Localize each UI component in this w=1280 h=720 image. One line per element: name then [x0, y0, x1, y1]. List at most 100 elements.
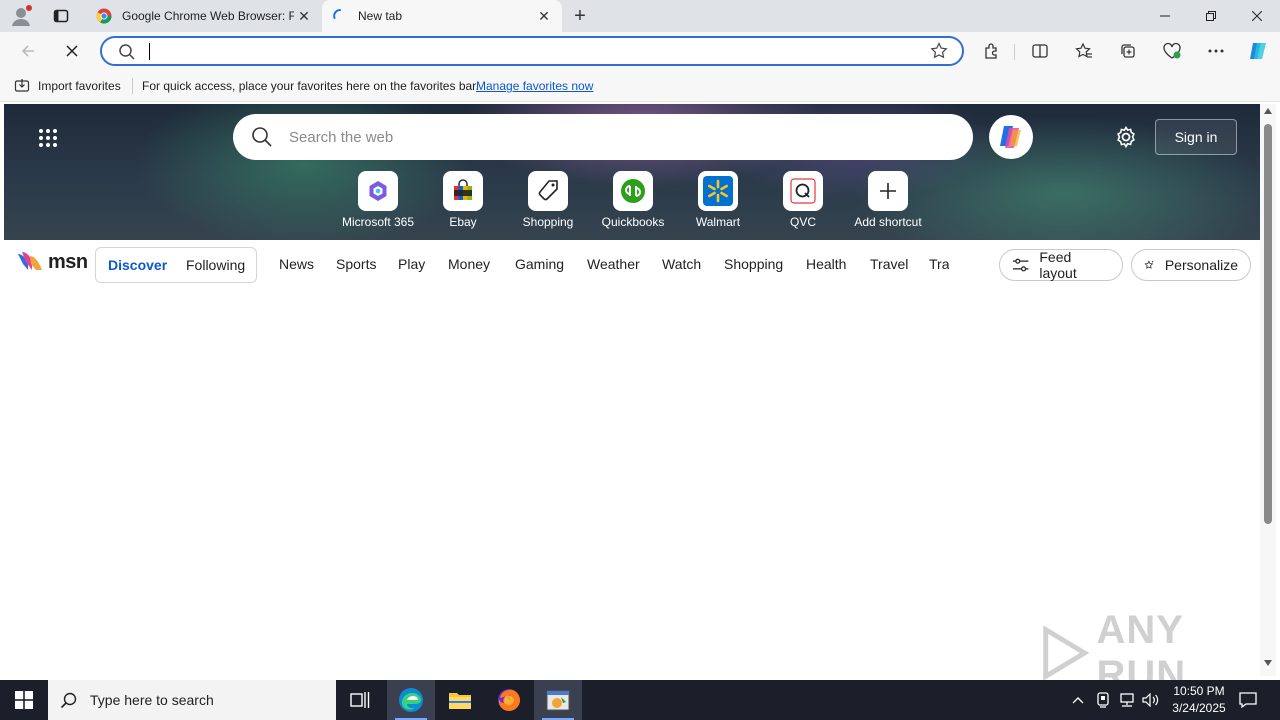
nav-link-gaming[interactable]: Gaming [515, 256, 564, 272]
shortcut-qvc[interactable]: QVC [761, 171, 845, 229]
browser-essentials-button[interactable] [1158, 37, 1186, 65]
show-hidden-icons-button[interactable] [1068, 680, 1088, 720]
collections-icon [1121, 44, 1135, 58]
add-shortcut-button[interactable]: Add shortcut [846, 171, 930, 229]
new-tab-button[interactable]: + [568, 4, 592, 28]
msn-butterfly-icon [18, 252, 42, 270]
taskbar-file-explorer[interactable] [436, 680, 484, 720]
copilot-button[interactable] [989, 115, 1033, 159]
restore-button[interactable] [1188, 0, 1234, 32]
shortcut-walmart[interactable]: Walmart [676, 171, 760, 229]
copilot-sidebar-button[interactable] [1244, 37, 1272, 65]
shortcut-ebay[interactable]: Ebay [421, 171, 505, 229]
network-button[interactable] [1116, 680, 1138, 720]
windows-taskbar: Type here to search 10:50 PM 3/24/2025 [0, 680, 1280, 720]
tab-actions-button[interactable] [48, 4, 74, 28]
quickbooks-icon [621, 179, 645, 203]
action-center-button[interactable] [1236, 680, 1260, 720]
nav-link-travel[interactable]: Travel [870, 256, 908, 272]
minimize-button[interactable] [1142, 0, 1188, 32]
extensions-button[interactable] [978, 37, 1006, 65]
page-scrollbar[interactable] [1260, 104, 1276, 676]
close-tab-icon[interactable]: ✕ [294, 6, 314, 26]
plus-icon [880, 183, 896, 199]
tab-new-tab[interactable]: New tab ✕ [322, 0, 562, 32]
feed-tabs: Discover Following [95, 247, 257, 283]
shortcut-microsoft-365[interactable]: Microsoft 365 [336, 171, 420, 229]
sign-in-button[interactable]: Sign in [1155, 119, 1237, 155]
scroll-up-arrow-icon[interactable] [1264, 108, 1272, 114]
volume-button[interactable] [1140, 680, 1162, 720]
nav-link-weather[interactable]: Weather [587, 256, 640, 272]
tab-title: Google Chrome Web Browser: Fi [122, 9, 294, 23]
settings-gear-icon[interactable] [1114, 125, 1138, 149]
apps-launcher-icon[interactable] [38, 128, 58, 148]
scrollbar-thumb[interactable] [1264, 124, 1272, 524]
shortcut-label: QVC [789, 215, 816, 229]
nav-link-health[interactable]: Health [806, 256, 846, 272]
taskbar-search-box[interactable]: Type here to search [48, 680, 336, 720]
msn-logo-text: msn [48, 250, 88, 273]
taskbar-edge[interactable] [387, 680, 435, 720]
collections-button[interactable] [1114, 37, 1142, 65]
stop-loading-button[interactable] [58, 37, 86, 65]
shortcut-label: Add shortcut [854, 215, 922, 229]
browser-toolbar [0, 32, 1280, 70]
taskbar-search-placeholder: Type here to search [90, 692, 214, 708]
import-favorites-button[interactable]: Import favorites [14, 78, 121, 94]
task-view-icon [350, 692, 370, 708]
nav-link-watch[interactable]: Watch [662, 256, 701, 272]
personalize-button[interactable]: Personalize [1131, 249, 1251, 281]
tab-discover[interactable]: Discover [108, 257, 167, 273]
tab-following[interactable]: Following [186, 257, 245, 273]
taskbar-firefox[interactable] [485, 680, 533, 720]
favorites-divider [132, 78, 133, 94]
web-search-box[interactable]: Search the web [233, 114, 973, 160]
nav-link-play[interactable]: Play [398, 256, 425, 272]
nav-link-money[interactable]: Money [448, 256, 490, 272]
minimize-icon [1160, 15, 1170, 17]
favorites-button[interactable] [1070, 37, 1098, 65]
back-button[interactable] [14, 37, 42, 65]
shortcut-shopping[interactable]: Shopping [506, 171, 590, 229]
feed-layout-label: Feed layout [1039, 249, 1077, 281]
address-bar[interactable] [100, 36, 964, 66]
favorites-hint: For quick access, place your favorites h… [142, 79, 479, 93]
profile-button[interactable] [8, 4, 34, 28]
feed-layout-button[interactable]: Feed layout [999, 249, 1123, 281]
nav-link-sports[interactable]: Sports [336, 256, 376, 272]
taskbar-app-window[interactable] [534, 680, 582, 720]
settings-more-button[interactable] [1202, 37, 1230, 65]
text-caret [149, 43, 150, 60]
shortcut-tile [613, 171, 653, 211]
folder-icon [449, 693, 471, 709]
split-screen-button[interactable] [1026, 37, 1054, 65]
msn-logo[interactable]: msn [16, 250, 88, 274]
address-input[interactable] [144, 42, 904, 60]
qvc-icon [790, 178, 816, 204]
task-view-button[interactable] [336, 680, 384, 720]
import-icon [14, 79, 30, 92]
favorites-star-icon [1075, 42, 1092, 58]
web-search-placeholder: Search the web [289, 129, 394, 146]
copilot-icon [1250, 43, 1266, 59]
shortcut-tile [698, 171, 738, 211]
tray-device-button[interactable] [1092, 680, 1114, 720]
shortcut-quickbooks[interactable]: Quickbooks [591, 171, 675, 229]
new-tab-page: Search the web Sign in Microsoft 365 Eba… [4, 104, 1260, 676]
shortcut-label: Quickbooks [601, 215, 665, 229]
stop-icon [66, 45, 78, 57]
nav-link-shopping[interactable]: Shopping [724, 256, 783, 272]
close-window-button[interactable] [1234, 0, 1280, 32]
tab-actions-icon [53, 9, 69, 23]
nav-link-news[interactable]: News [279, 256, 314, 272]
start-button[interactable] [0, 680, 48, 720]
favorite-star-icon[interactable] [930, 42, 948, 60]
manage-favorites-link[interactable]: Manage favorites now [476, 79, 593, 93]
nav-link-truncated[interactable]: Tra [929, 256, 949, 272]
tab-chrome-web-browser[interactable]: Google Chrome Web Browser: Fi ✕ [86, 0, 322, 32]
chevron-up-icon [1072, 697, 1084, 704]
taskbar-clock[interactable]: 10:50 PM 3/24/2025 [1162, 683, 1236, 717]
shortcut-tile [358, 171, 398, 211]
close-tab-icon[interactable]: ✕ [534, 6, 554, 26]
